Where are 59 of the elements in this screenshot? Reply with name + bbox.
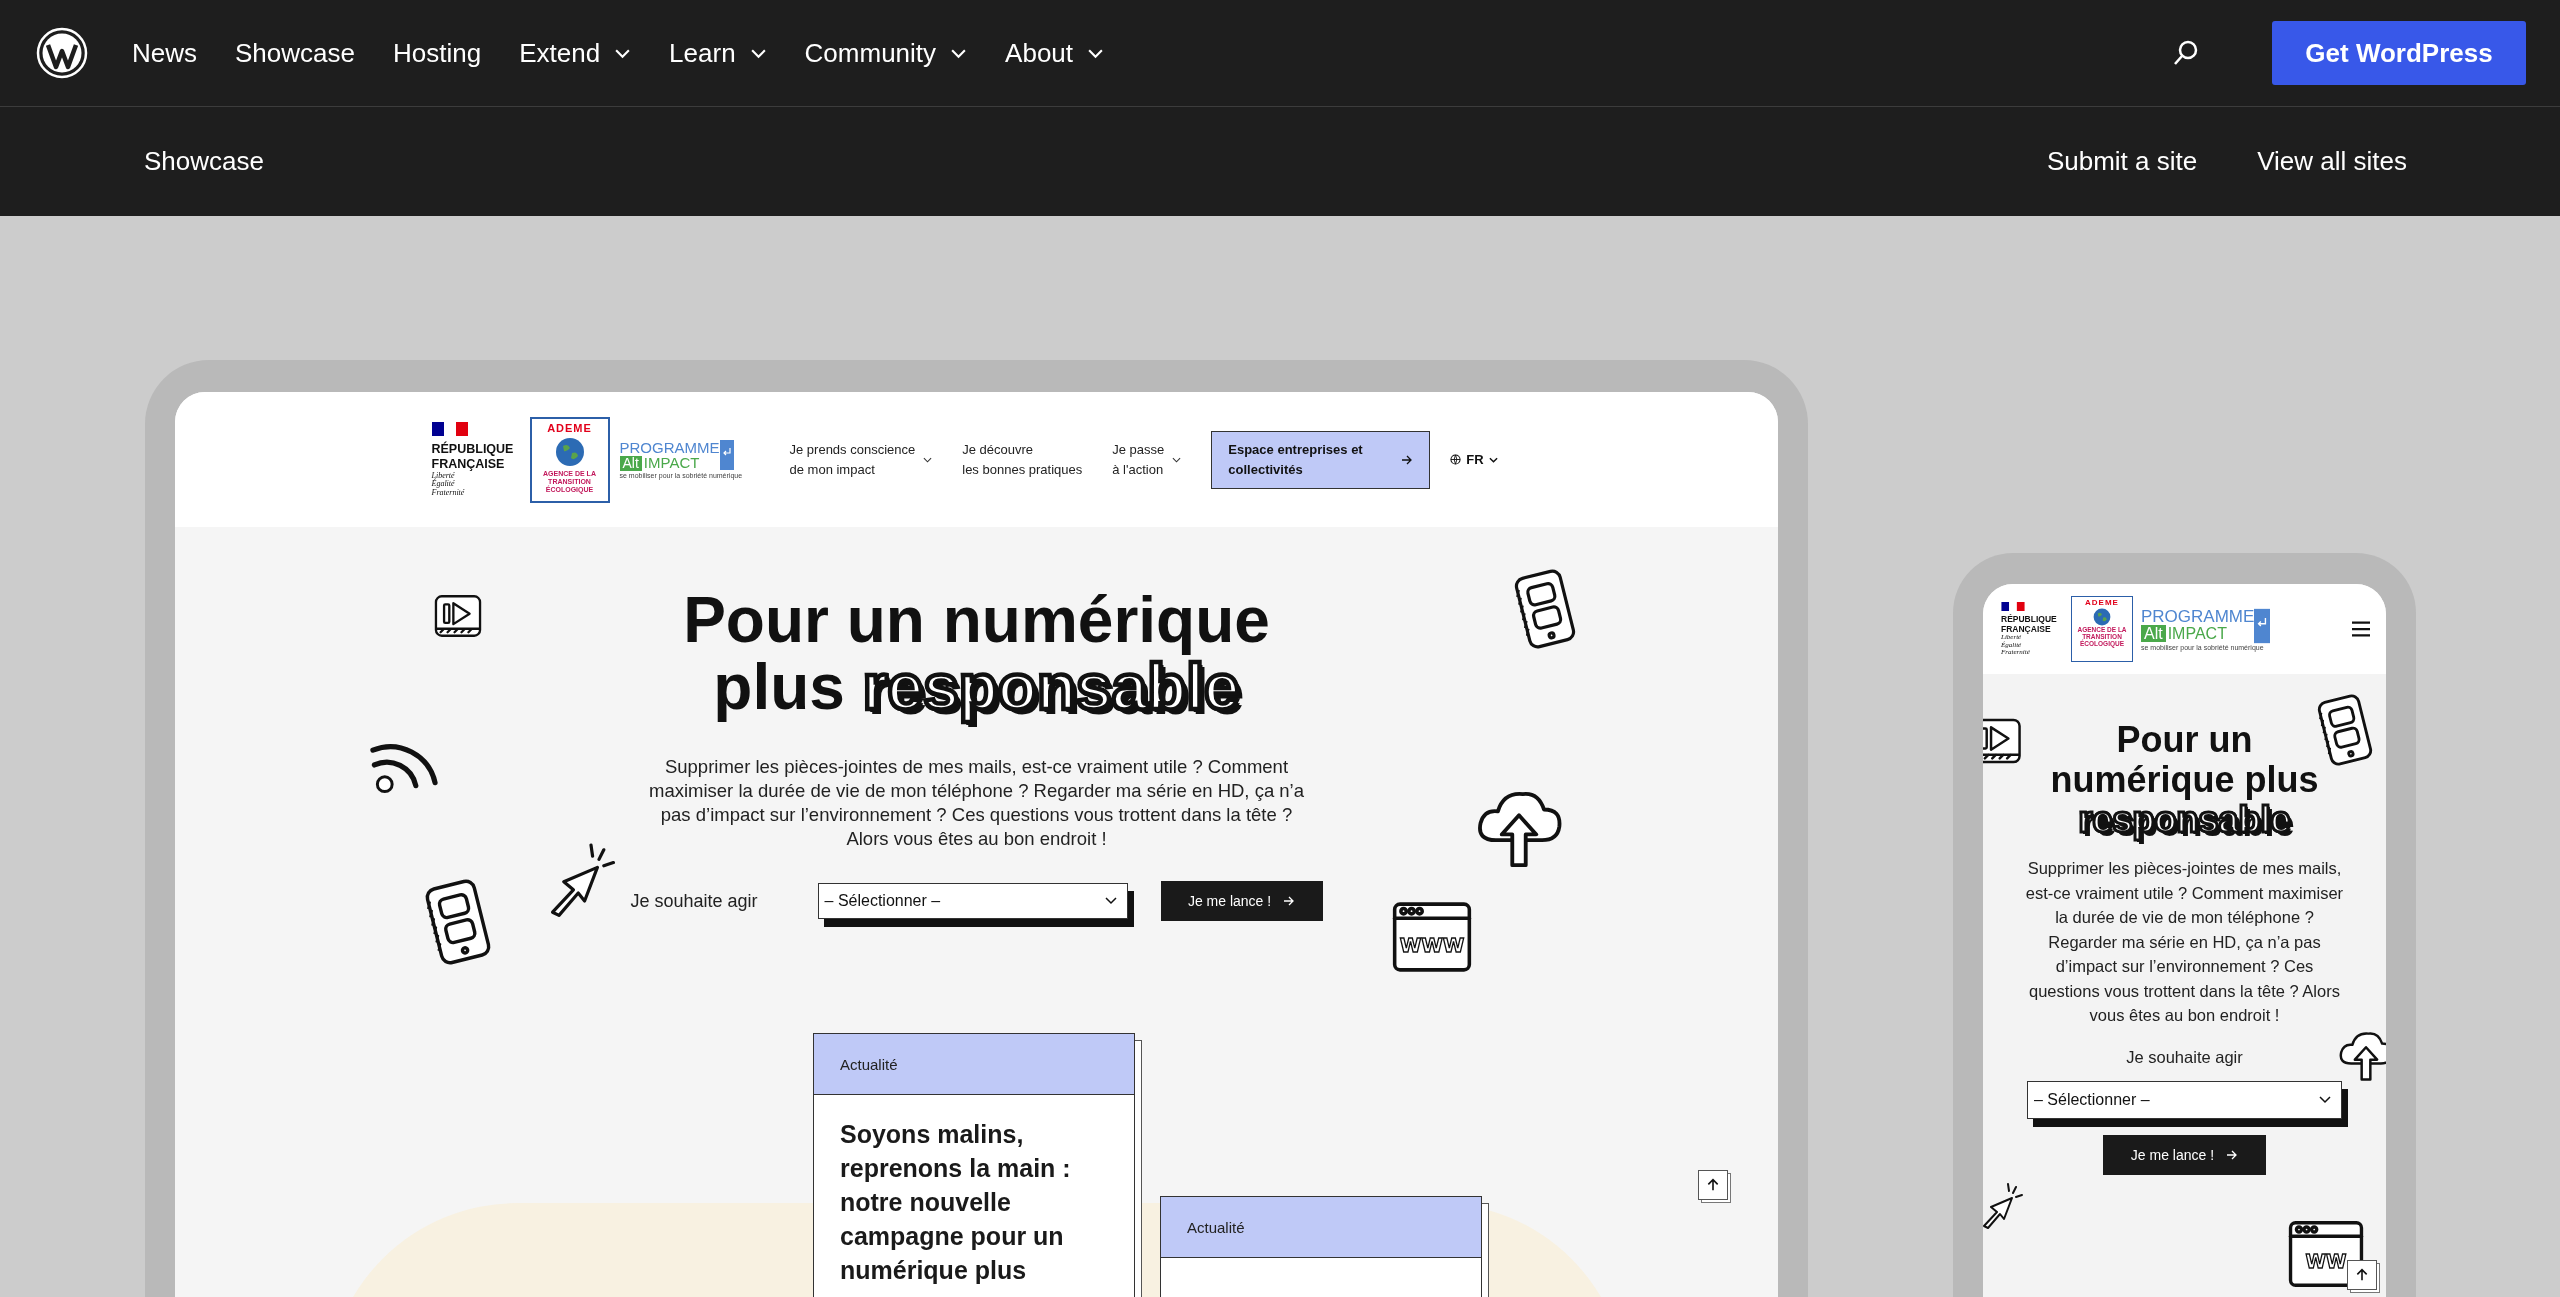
arrow-right-icon (1283, 896, 1296, 907)
arrow-up-icon (1705, 1177, 1721, 1193)
menu-link[interactable]: Je passe à l'action (1112, 440, 1182, 479)
logo-text: ADEME (547, 421, 592, 434)
search-icon[interactable] (2172, 39, 2200, 67)
action-label: Je souhaite agir (2126, 1047, 2243, 1067)
nav-link[interactable]: Showcase (235, 37, 355, 69)
flag-icon (2001, 601, 2025, 611)
chevron-down-icon (2319, 1095, 2331, 1104)
motto-text: Égalité (431, 480, 455, 489)
nav-link[interactable]: Hosting (393, 37, 482, 69)
hero-intro: Supprimer les pièces-jointes de mes mails, est-ce vraiment utile ? Comment maximiser la durée de vie de mon téléphone ? Regarder ma série en HD, ça n’a pas d’impact sur l’environnement ? Ces questions vous trottent dans la tête ? Alors vous êtes au bon endroit ! (647, 755, 1305, 852)
nav-link[interactable]: Submit a site (2046, 146, 2198, 177)
menu-icon[interactable] (2350, 620, 2372, 638)
arrow-right-icon (1401, 454, 1414, 465)
flag-icon (431, 421, 468, 436)
get-wordpress-button[interactable]: Get WordPress (2272, 21, 2526, 85)
start-button[interactable]: Je me lance ! (2103, 1134, 2266, 1175)
hero-title: Pour un numérique plus responsable (2049, 720, 2320, 840)
arrow-right-icon (2226, 1149, 2239, 1160)
logo-tag: Alt (619, 455, 642, 472)
back-to-top-button[interactable] (1698, 1170, 1728, 1200)
globe-icon (2093, 608, 2111, 626)
menu-link[interactable]: Je découvre les bonnes pratiques (962, 440, 1083, 479)
nav-link[interactable]: News (132, 37, 197, 69)
language-selector[interactable]: FR (1444, 451, 1504, 468)
business-space-button[interactable]: Espace entreprises et collectivités (1211, 430, 1431, 489)
logo-text: RÉPUBLIQUE FRANÇAISE (431, 441, 515, 472)
nav-link[interactable]: Learn (669, 37, 767, 69)
logo-text: PROGRAMME (619, 440, 720, 456)
globe-icon (1450, 454, 1462, 465)
menu-link[interactable]: Je prends conscience de mon impact (789, 440, 933, 479)
hero-intro: Supprimer les pièces-jointes de mes mails, est-ce vraiment utile ? Comment maximiser la durée de vie de mon téléphone ? Regarder ma série en HD, ça n’a pas d’impact sur l’environnement ? Ces questions vous trottent dans la tête ? Alors vous êtes au bon endroit ! (2025, 858, 2344, 1026)
nav-link[interactable]: About (1005, 37, 1105, 69)
motto-text: Liberté (431, 471, 455, 480)
chevron-down-icon (1104, 897, 1117, 906)
logo-text: IMPACT (2167, 624, 2227, 643)
hero-title: Pour un numérique plus responsable (682, 587, 1271, 722)
back-to-top-button[interactable] (2347, 1260, 2377, 1290)
logo-tag: Alt (2141, 624, 2166, 643)
card-category: Actualité (1161, 1197, 1481, 1259)
logo-icon[interactable] (36, 27, 88, 79)
card-title: Soyons malins, reprenons la main : notre nouvelle campagne pour un numérique plus (839, 1119, 1072, 1287)
globe-icon (554, 436, 585, 467)
action-label: Je souhaite agir (630, 890, 758, 912)
nav-link[interactable]: View all sites (2257, 146, 2407, 177)
logo-text: IMPACT (643, 455, 700, 472)
government-logo[interactable]: RÉPUBLIQUE FRANÇAISE Liberté Égalité Fraternité (431, 421, 524, 498)
nav-link[interactable]: Community (804, 37, 968, 69)
card-category: Actualité (814, 1034, 1134, 1096)
start-button[interactable]: Je me lance ! (1160, 881, 1323, 922)
logo-text: RÉPUBLIQUE FRANÇAISE (2001, 613, 2058, 635)
nav-link[interactable]: Extend (519, 37, 632, 69)
arrow-up-icon (2354, 1267, 2370, 1283)
chevron-down-icon (1488, 456, 1498, 463)
logo-text: PROGRAMME (2141, 607, 2255, 625)
section-title[interactable]: Showcase (144, 146, 264, 177)
logo-text: ADEME (2085, 598, 2119, 607)
motto-text: Fraternité (431, 488, 466, 498)
